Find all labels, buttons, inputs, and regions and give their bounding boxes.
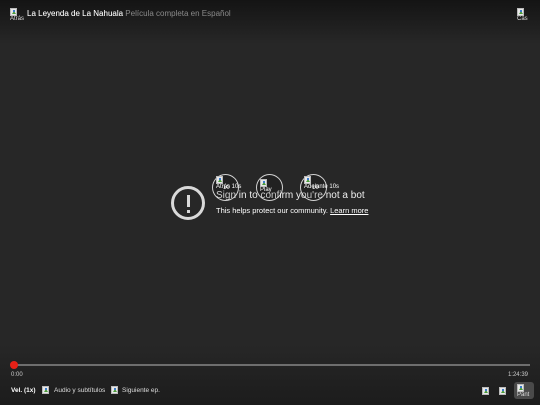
cast-icon-alt: Cas xyxy=(517,16,528,22)
total-time: 1:24:39 xyxy=(507,372,528,378)
cast-icon[interactable]: Cas xyxy=(517,8,528,22)
video-player[interactable]: Atrás La Leyenda de La Nahuala Película … xyxy=(0,0,540,405)
next-episode-button[interactable]: Siguiente ep. xyxy=(122,387,160,394)
current-time: 0:00 xyxy=(11,372,23,378)
fullscreen-icon: Pant xyxy=(517,384,529,398)
fullscreen-alt: Pant xyxy=(517,392,530,398)
play-icon: Play xyxy=(260,179,272,193)
learn-more-link[interactable]: Learn more xyxy=(330,206,368,215)
back-arrow-icon[interactable]: Atrás xyxy=(10,8,24,22)
playback-speed-button[interactable]: Vel. (1x) xyxy=(11,387,36,394)
lock-icon[interactable] xyxy=(482,387,489,395)
next-episode-icon[interactable] xyxy=(111,386,118,394)
rewind-badge: 10 xyxy=(223,185,230,191)
error-subtitle: This helps protect our community. Learn … xyxy=(216,206,368,215)
video-title: La Leyenda de La Nahuala xyxy=(27,9,124,18)
forward-icon: Adelante 10s xyxy=(304,176,339,190)
forward-badge: 10 xyxy=(312,185,319,191)
audio-subtitles-button[interactable]: Audio y subtítulos xyxy=(54,387,105,394)
bot-check-message: Sign in to confirm you're not a bot This… xyxy=(171,186,411,222)
forward-alt: Adelante 10s xyxy=(304,184,340,190)
bottom-gradient xyxy=(0,345,540,405)
fullscreen-button[interactable]: Pant xyxy=(514,382,534,399)
error-subtitle-text: This helps protect our community. xyxy=(216,206,328,215)
alert-icon xyxy=(171,186,205,220)
audio-subtitles-icon[interactable] xyxy=(42,386,49,394)
play-alt: Play xyxy=(260,187,272,193)
settings-icon[interactable] xyxy=(499,387,506,395)
play-button[interactable]: Play xyxy=(256,174,283,201)
back-icon-alt: Atrás xyxy=(10,16,25,22)
forward-10-button[interactable]: Adelante 10s 10 xyxy=(300,174,339,201)
progress-scrubber-handle[interactable] xyxy=(10,361,18,369)
progress-bar[interactable] xyxy=(14,364,530,366)
top-gradient xyxy=(0,0,540,44)
rewind-10-button[interactable]: Atrás 10s 10 xyxy=(212,174,241,201)
